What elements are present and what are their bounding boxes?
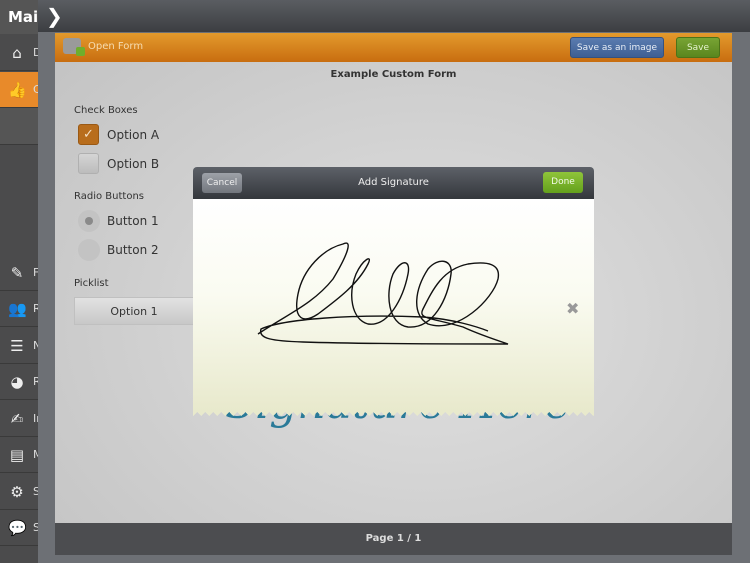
sidebar-item-5[interactable]: ◕ R	[0, 364, 40, 400]
pencil-icon: ✎	[10, 264, 24, 282]
speech-bubble-icon: 💬	[8, 519, 27, 537]
notepad-icon: ☰	[10, 337, 24, 355]
radio[interactable]	[78, 210, 100, 232]
checkmark-icon[interactable]: ✓	[78, 124, 99, 145]
radio[interactable]	[78, 239, 100, 261]
top-bar	[38, 0, 750, 32]
sidebar-item-7[interactable]: ▤M	[0, 437, 40, 473]
thumbs-up-icon: 👍	[8, 81, 27, 99]
sidebar-item-8[interactable]: ⚙ S	[0, 474, 40, 510]
dialog-header: Cancel Add Signature Done	[193, 167, 594, 199]
home-icon: ⌂	[12, 44, 22, 62]
signature-stroke	[257, 242, 509, 345]
add-signature-dialog: Cancel Add Signature Done ✖	[193, 167, 594, 419]
form-title: Example Custom Form	[330, 69, 457, 80]
zigzag-edge	[193, 412, 594, 418]
page-indicator: Page 1 / 1	[55, 523, 732, 555]
checkbox-label: Option A	[107, 128, 160, 142]
sidebar-title: Main	[0, 0, 40, 34]
open-form-label[interactable]: Open Form	[88, 41, 143, 52]
open-form-icon[interactable]	[63, 38, 85, 56]
done-button[interactable]: Done	[543, 172, 583, 193]
sidebar-item-2[interactable]: ✎ F	[0, 255, 40, 291]
chevron-right-icon[interactable]: ❯	[46, 4, 63, 28]
gear-icon: ⚙	[10, 483, 24, 501]
sidebar-item-6[interactable]: ✍In	[0, 401, 40, 437]
radio-text: Button 2	[107, 243, 159, 257]
sidebar-empty-row	[0, 108, 40, 145]
inbox-icon: ▤	[9, 446, 25, 464]
people-icon: 👥	[8, 300, 27, 318]
pie-chart-icon: ◕	[10, 373, 24, 391]
checkboxes-label: Check Boxes	[74, 105, 138, 116]
sidebar-item-3[interactable]: 👥 R	[0, 291, 40, 327]
save-button[interactable]: Save	[676, 37, 720, 58]
sidebar-item-0[interactable]: ⌂D	[0, 35, 40, 71]
sidebar-item-9[interactable]: 💬 S	[0, 510, 40, 546]
sidebar-item-4[interactable]: ☰N	[0, 328, 40, 364]
save-as-image-button[interactable]: Save as an image	[570, 37, 664, 58]
close-icon[interactable]: ✖	[566, 299, 579, 318]
form-header: Open Form Save as an image Save	[55, 33, 732, 62]
sidebar-item-1[interactable]: 👍 C	[0, 72, 40, 108]
radio-label: Radio Buttons	[74, 191, 144, 202]
sidebar: Main ⌂D 👍C ✎F 👥R ☰N ◕R ✍In ▤M ⚙S 💬S	[0, 0, 40, 563]
checkbox-label: Option B	[107, 157, 160, 171]
dialog-title: Add Signature	[358, 177, 429, 188]
radio-text: Button 1	[107, 214, 159, 228]
picklist-select[interactable]: Option 1	[74, 297, 194, 325]
checkbox[interactable]	[78, 153, 99, 174]
edit-icon: ✍	[10, 410, 24, 428]
picklist-label: Picklist	[74, 278, 109, 289]
